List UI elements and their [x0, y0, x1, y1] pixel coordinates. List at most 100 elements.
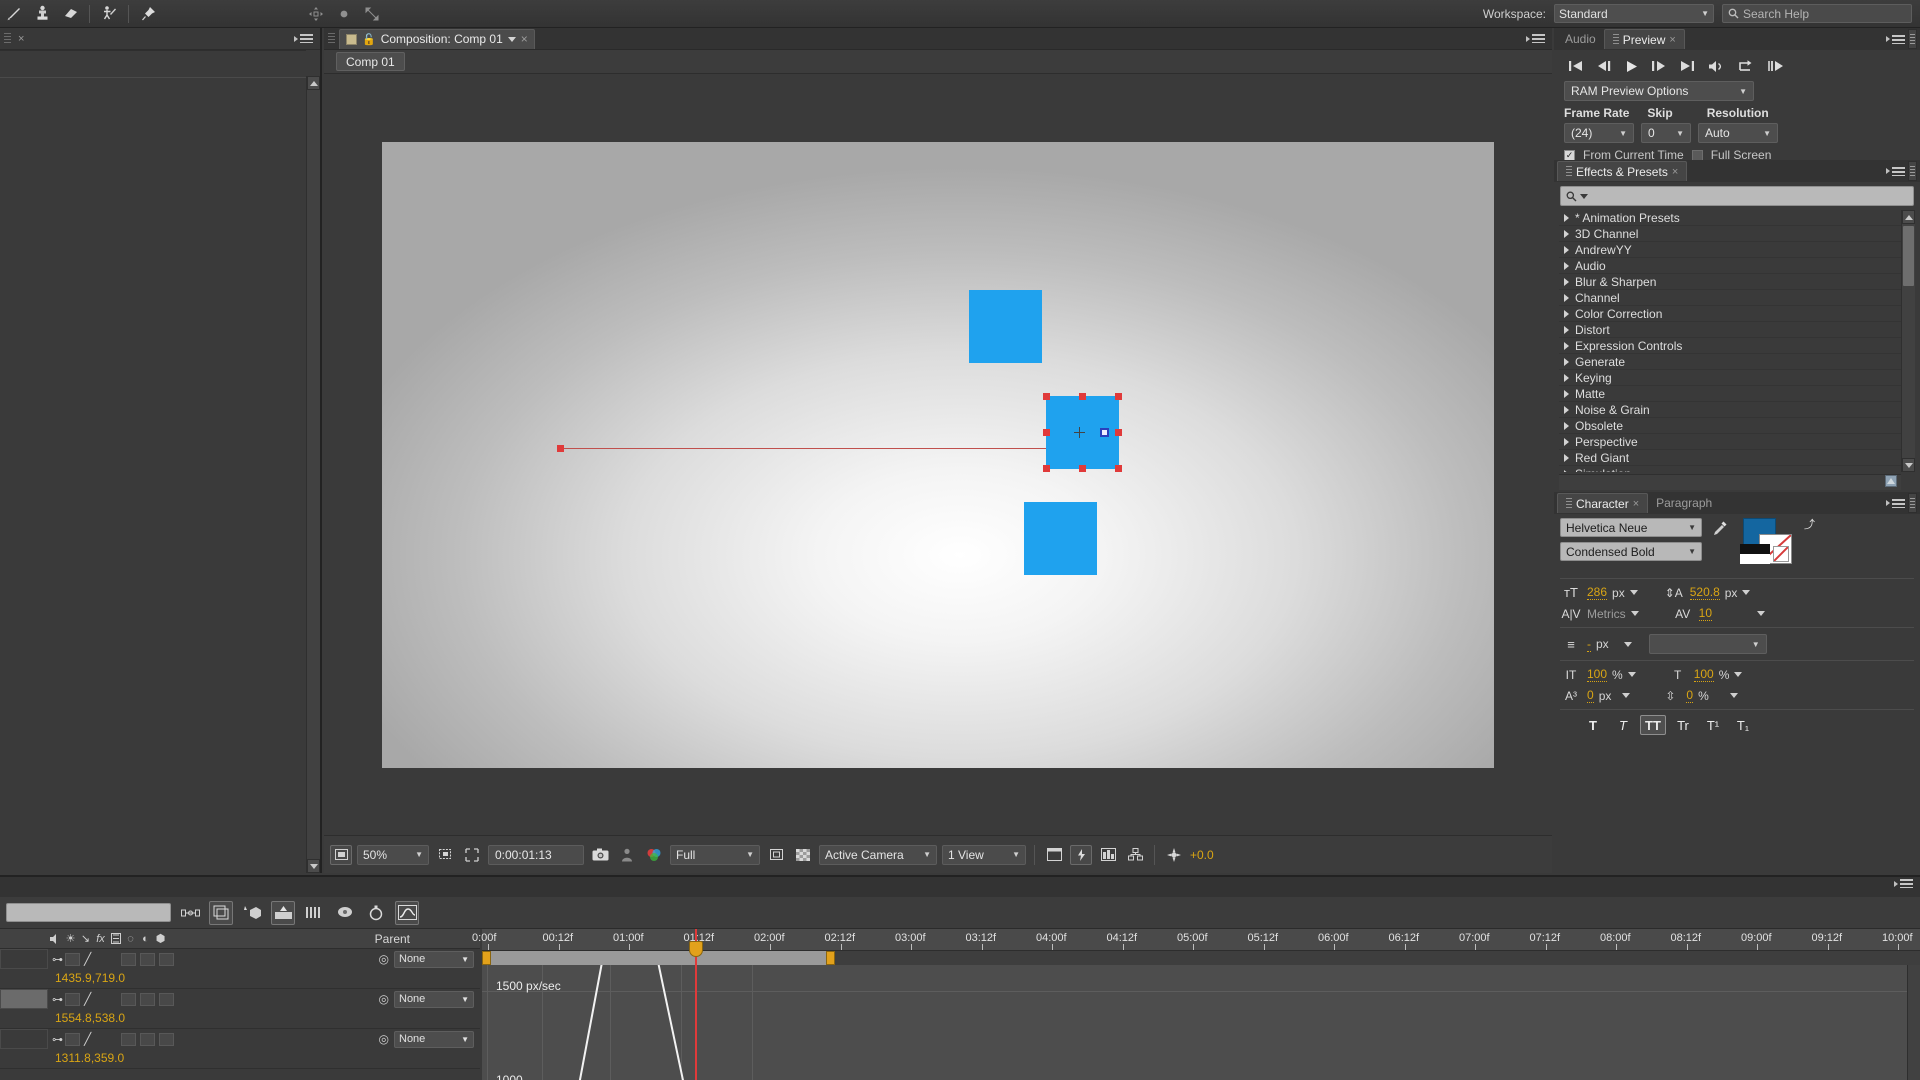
ram-preview-options-select[interactable]: RAM Preview Options ▼ — [1564, 81, 1754, 101]
motion-path[interactable] — [560, 447, 1104, 449]
search-filter-chevron-icon[interactable] — [1580, 193, 1588, 199]
timeline-panel-menu-button[interactable] — [1894, 879, 1916, 888]
skip-select[interactable]: 0 ▼ — [1641, 123, 1691, 143]
graph-editor-icon[interactable] — [395, 900, 419, 925]
font-family-select[interactable]: Helvetica Neue ▼ — [1560, 518, 1702, 537]
camera-view-select[interactable]: Active Camera ▼ — [819, 844, 937, 865]
effects-search-input[interactable] — [1560, 186, 1914, 206]
effects-category-row[interactable]: Audio — [1559, 258, 1901, 274]
selection-handle-ml[interactable] — [1043, 428, 1050, 436]
stroke-style-select[interactable]: ▼ — [1648, 634, 1767, 654]
panel-grip-icon[interactable] — [4, 32, 11, 45]
effects-panel-resize-grip[interactable] — [1908, 161, 1917, 181]
parent-pickwhip-icon[interactable]: ◎ — [379, 992, 389, 1006]
effects-category-list[interactable]: * Animation Presets 3D Channel AndrewYY … — [1559, 210, 1901, 472]
time-indicator-handle[interactable] — [688, 941, 703, 957]
composition-stage[interactable] — [382, 141, 1494, 768]
full-screen-checkbox[interactable] — [1691, 149, 1703, 161]
frame-rate-select[interactable]: (24) ▼ — [1564, 123, 1634, 143]
reset-exposure-icon[interactable] — [1163, 845, 1185, 865]
effects-category-row[interactable]: Channel — [1559, 290, 1901, 306]
selection-handle-tr[interactable] — [1115, 392, 1122, 400]
tab-character[interactable]: Character × — [1557, 493, 1649, 513]
auto-keyframe-icon[interactable] — [364, 901, 388, 925]
new-animation-preset-icon[interactable] — [1885, 475, 1897, 490]
layer-index-cell[interactable] — [0, 949, 48, 969]
motion-path-start-handle[interactable] — [557, 444, 564, 452]
tab-audio[interactable]: Audio — [1557, 29, 1604, 49]
chevron-down-icon[interactable] — [507, 36, 516, 42]
loop-button[interactable] — [1738, 59, 1754, 73]
effects-category-row[interactable]: Obsolete — [1559, 418, 1901, 434]
chevron-down-icon[interactable] — [1629, 590, 1638, 595]
last-frame-button[interactable] — [1680, 60, 1695, 72]
effects-category-row[interactable]: Simulation — [1559, 466, 1901, 472]
shy-toggle[interactable] — [65, 1032, 80, 1046]
font-size-value[interactable]: 286 — [1587, 585, 1608, 600]
effects-category-row[interactable]: Noise & Grain — [1559, 402, 1901, 418]
scrollbar-thumb[interactable] — [1903, 226, 1914, 286]
collapse-toggle[interactable]: ╱ — [84, 992, 91, 1006]
selection-handle-mr[interactable] — [1115, 428, 1122, 436]
layer-position-value[interactable]: 1435.9,719.0 — [0, 969, 480, 987]
layer-position-value[interactable]: 1311.8,359.0 — [0, 1049, 480, 1067]
effects-category-row[interactable]: Blur & Sharpen — [1559, 274, 1901, 290]
brush-tool[interactable] — [0, 1, 28, 27]
close-icon[interactable]: × — [1633, 498, 1639, 510]
graph-scrollbar[interactable] — [1907, 965, 1920, 1080]
stroke-width-value[interactable]: - — [1587, 637, 1591, 652]
effects-category-row[interactable]: Color Correction — [1559, 306, 1901, 322]
timeline-layer-list[interactable]: ⊶ ╱ ◎ None ▼ 1435.9,719.0 ⊶ ╱ ◎ None ▼ 1… — [0, 949, 480, 1080]
motion-path-end-handle[interactable] — [1100, 427, 1109, 437]
frame-blend-toggle[interactable] — [121, 992, 137, 1006]
selection-handle-br[interactable] — [1115, 464, 1122, 472]
parent-pickwhip-icon[interactable]: ◎ — [379, 952, 389, 966]
comp-panel-grip-icon[interactable] — [328, 32, 335, 45]
close-icon[interactable]: × — [18, 33, 24, 45]
preview-panel-resize-grip[interactable] — [1908, 29, 1917, 49]
effects-category-row[interactable]: AndrewYY — [1559, 242, 1901, 258]
scroll-down-button[interactable] — [1902, 458, 1915, 472]
subscript-button[interactable]: T₁ — [1730, 715, 1756, 735]
puppet-pin-tool[interactable] — [95, 1, 123, 27]
audio-video-toggle[interactable]: ⊶ — [52, 993, 63, 1006]
audio-video-toggle[interactable]: ⊶ — [52, 953, 63, 966]
pin-tool[interactable] — [134, 1, 162, 27]
frame-blend-toggle[interactable] — [121, 952, 137, 966]
chevron-down-icon[interactable] — [1627, 672, 1636, 677]
small-caps-button[interactable]: Tr — [1670, 715, 1696, 735]
effects-panel-menu-button[interactable] — [1886, 166, 1908, 176]
next-frame-button[interactable] — [1651, 60, 1667, 72]
move-snap-icon[interactable] — [302, 1, 330, 27]
timeline-search-input[interactable] — [6, 903, 171, 922]
timeline-icon[interactable] — [1043, 845, 1065, 865]
search-help-input[interactable]: Search Help — [1722, 4, 1912, 23]
effects-category-row[interactable]: Red Giant — [1559, 450, 1901, 466]
eraser-tool[interactable] — [56, 1, 84, 27]
effects-category-row[interactable]: Keying — [1559, 370, 1901, 386]
show-snapshot-icon[interactable] — [616, 845, 638, 865]
black-white-swatch[interactable] — [1740, 544, 1770, 564]
current-time-field[interactable]: 0:00:01:13 — [488, 844, 584, 865]
chevron-down-icon[interactable] — [1757, 611, 1766, 616]
table-row[interactable]: ⊶ ╱ ◎ None ▼ — [0, 1029, 480, 1069]
project-scrollbar[interactable] — [306, 76, 320, 873]
project-item-list[interactable] — [0, 77, 306, 873]
kerning-value[interactable]: Metrics — [1587, 607, 1626, 621]
draft-3d-icon[interactable] — [209, 900, 233, 925]
enable-motion-blur-icon[interactable] — [302, 901, 326, 925]
vertical-scale-value[interactable]: 100 — [1587, 667, 1608, 682]
chevron-down-icon[interactable] — [1729, 693, 1738, 698]
take-snapshot-icon[interactable] — [589, 845, 611, 865]
toggle-mask-paths-icon[interactable] — [461, 845, 483, 865]
parent-select[interactable]: None ▼ — [394, 990, 474, 1008]
close-icon[interactable]: × — [1672, 166, 1678, 178]
first-frame-button[interactable] — [1568, 60, 1583, 72]
always-preview-this-view-icon[interactable] — [330, 844, 352, 865]
fast-previews-icon[interactable] — [1070, 844, 1092, 865]
font-style-select[interactable]: Condensed Bold ▼ — [1560, 542, 1702, 561]
region-of-interest-icon[interactable] — [434, 845, 456, 865]
parent-select[interactable]: None ▼ — [394, 950, 474, 968]
effects-category-row[interactable]: Distort — [1559, 322, 1901, 338]
graph-editor[interactable]: 1500 px/sec 1000 — [482, 965, 1920, 1080]
